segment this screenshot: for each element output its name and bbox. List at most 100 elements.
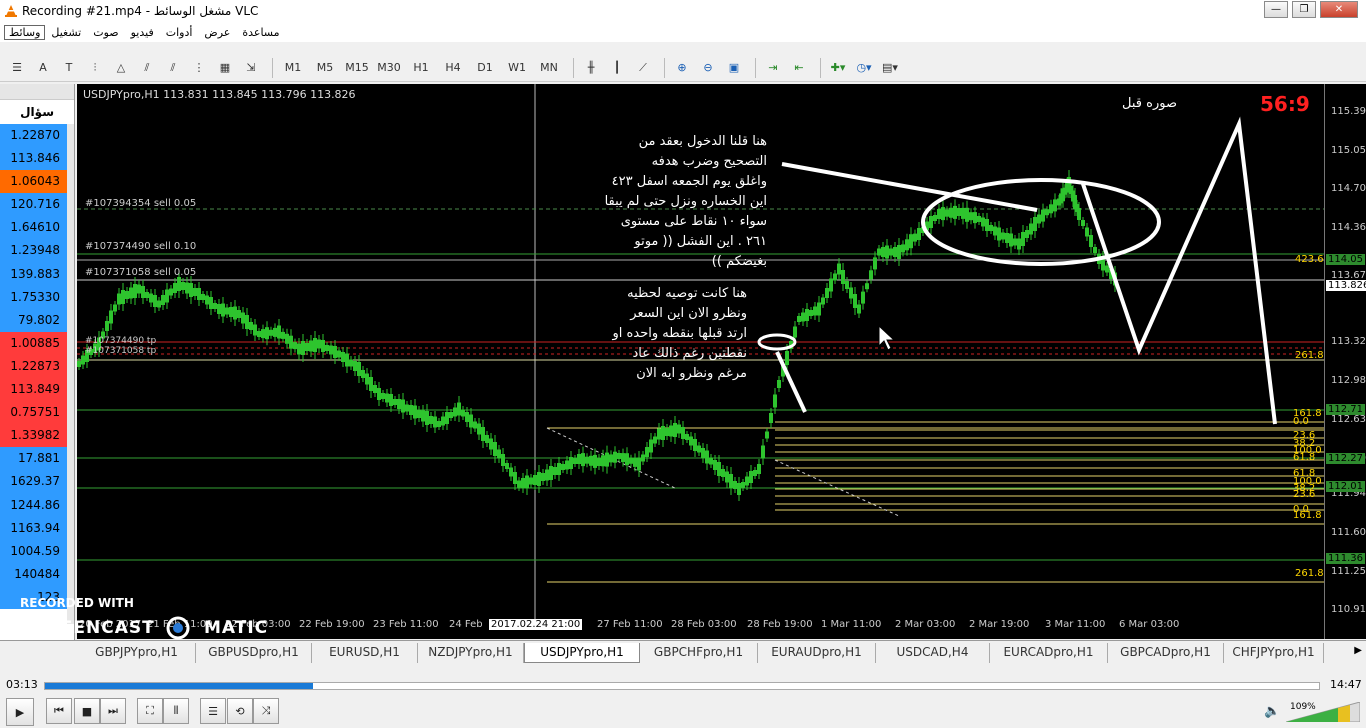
note-line: ونظرو الان اين السعر bbox=[630, 306, 747, 321]
autoscroll-icon[interactable]: ⇥ bbox=[762, 57, 784, 79]
chart-tab[interactable]: GBPCHFpro,H1 bbox=[640, 643, 758, 663]
bar-chart-icon[interactable]: ╫ bbox=[580, 57, 602, 79]
fib-time-icon[interactable]: ⋮ bbox=[188, 57, 210, 79]
extended-settings-button[interactable]: ⦀ bbox=[163, 698, 189, 724]
play-button[interactable]: ▶ bbox=[6, 698, 34, 726]
quote-row[interactable]: 0.75751 bbox=[0, 401, 68, 425]
previous-button[interactable]: ⏮ bbox=[46, 698, 72, 724]
quote-row[interactable]: 1.22870 bbox=[0, 124, 68, 148]
playlist-button[interactable]: ☰ bbox=[200, 698, 226, 724]
timeframe-w1[interactable]: W1 bbox=[503, 57, 531, 79]
chart-tab[interactable]: CHFJPYpro,H1 bbox=[1224, 643, 1324, 663]
chart-tab[interactable]: GBPUSDpro,H1 bbox=[196, 643, 312, 663]
candle-body bbox=[589, 455, 593, 466]
fibonacci-icon[interactable]: ⫶ bbox=[84, 57, 106, 79]
quote-row[interactable]: 1.06043 bbox=[0, 170, 68, 194]
candle-body bbox=[777, 380, 781, 388]
line-chart-icon[interactable]: ⟋ bbox=[632, 57, 654, 79]
triangle-icon[interactable]: △ bbox=[110, 57, 132, 79]
timeframe-h4[interactable]: H4 bbox=[439, 57, 467, 79]
timeframe-m15[interactable]: M15 bbox=[343, 57, 371, 79]
chart-tab[interactable]: USDCAD,H4 bbox=[876, 643, 990, 663]
quote-row[interactable]: 1.64610 bbox=[0, 216, 68, 240]
grid-icon[interactable]: ▦ bbox=[214, 57, 236, 79]
chart-tab[interactable]: NZDJPYpro,H1 bbox=[418, 643, 524, 663]
zoom-out-icon[interactable]: ⊖ bbox=[697, 57, 719, 79]
candle-body bbox=[541, 473, 545, 481]
quote-row[interactable]: 1629.37 bbox=[0, 470, 68, 494]
candle-body bbox=[813, 306, 817, 316]
chart-tab[interactable]: EURAUDpro,H1 bbox=[758, 643, 876, 663]
candle-body bbox=[989, 225, 993, 231]
quote-row[interactable]: 79.802 bbox=[0, 308, 68, 332]
minimize-button[interactable]: — bbox=[1264, 1, 1288, 18]
next-button[interactable]: ⏭ bbox=[100, 698, 126, 724]
tab-scroll-right-icon[interactable]: ▶ bbox=[1354, 645, 1362, 656]
timeframe-m5[interactable]: M5 bbox=[311, 57, 339, 79]
quote-row[interactable]: 17.881 bbox=[0, 447, 68, 471]
gann-fan-icon[interactable]: ⫽ bbox=[136, 57, 158, 79]
quote-row[interactable]: 1163.94 bbox=[0, 516, 68, 540]
order-label: #107371058 sell 0.05 bbox=[85, 267, 197, 278]
chart-tab[interactable]: GBPJPYpro,H1 bbox=[78, 643, 196, 663]
indicators-icon[interactable]: ✚▾ bbox=[827, 57, 849, 79]
candlestick-icon[interactable]: ┃ bbox=[606, 57, 628, 79]
chart-tab[interactable]: GBPCADpro,H1 bbox=[1108, 643, 1224, 663]
candle-body bbox=[729, 474, 733, 488]
menu-media[interactable]: وسائط bbox=[4, 24, 46, 40]
stop-button[interactable]: ■ bbox=[74, 698, 100, 724]
candle-body bbox=[677, 424, 681, 434]
seek-bar[interactable] bbox=[44, 682, 1320, 690]
periods-icon[interactable]: ◷▾ bbox=[853, 57, 875, 79]
quote-row[interactable]: 113.849 bbox=[0, 378, 68, 402]
candle-body bbox=[141, 286, 145, 298]
chart-tab[interactable]: EURCADpro,H1 bbox=[990, 643, 1108, 663]
quote-row[interactable]: 1004.59 bbox=[0, 539, 68, 563]
quote-row[interactable]: 1.33982 bbox=[0, 424, 68, 448]
panel-scrollbar[interactable] bbox=[67, 124, 74, 624]
menu-video[interactable]: فيديو bbox=[125, 26, 160, 39]
arrows-icon[interactable]: ⇲ bbox=[240, 57, 262, 79]
quote-row[interactable]: 140484 bbox=[0, 562, 68, 586]
maximize-button[interactable]: ❐ bbox=[1292, 1, 1316, 18]
quote-row[interactable]: 1.75330 bbox=[0, 285, 68, 309]
loop-button[interactable]: ⟲ bbox=[227, 698, 253, 724]
templates-icon[interactable]: ▤▾ bbox=[879, 57, 901, 79]
candle-body bbox=[501, 454, 505, 466]
quote-row[interactable]: 139.883 bbox=[0, 262, 68, 286]
chart-toolbar: ☰ A T ⫶ △ ⫽ ⫽ ⋮ ▦ ⇲ M1 M5 M15 M30 H1 H4 … bbox=[0, 54, 1366, 82]
text-label-icon[interactable]: T bbox=[58, 57, 80, 79]
timeframe-d1[interactable]: D1 bbox=[471, 57, 499, 79]
chart-shift-icon[interactable]: ⇤ bbox=[788, 57, 810, 79]
fullscreen-button[interactable]: ⛶ bbox=[137, 698, 163, 724]
menu-audio[interactable]: صوت bbox=[87, 26, 124, 39]
chart-tab[interactable]: USDJPYpro,H1 bbox=[524, 643, 640, 663]
speaker-icon[interactable]: 🔈 bbox=[1264, 704, 1280, 719]
quote-row[interactable]: 1244.86 bbox=[0, 493, 68, 517]
quote-row[interactable]: 1.22873 bbox=[0, 354, 68, 379]
timeframe-h1[interactable]: H1 bbox=[407, 57, 435, 79]
menu-view[interactable]: عرض bbox=[198, 26, 236, 39]
quote-row[interactable]: 120.716 bbox=[0, 193, 68, 217]
horizontal-lines-icon[interactable]: ☰ bbox=[6, 57, 28, 79]
timeframe-m30[interactable]: M30 bbox=[375, 57, 403, 79]
candle-body bbox=[845, 281, 849, 289]
chart-tab[interactable]: EURUSD,H1 bbox=[312, 643, 418, 663]
timeframe-mn[interactable]: MN bbox=[535, 57, 563, 79]
quote-row[interactable]: 113.846 bbox=[0, 147, 68, 171]
timeframe-m1[interactable]: M1 bbox=[279, 57, 307, 79]
candle-body bbox=[441, 416, 445, 426]
channel-icon[interactable]: ⫽ bbox=[162, 57, 184, 79]
tile-windows-icon[interactable]: ▣ bbox=[723, 57, 745, 79]
candle-body bbox=[493, 442, 497, 456]
quote-row[interactable]: 1.23948 bbox=[0, 239, 68, 263]
text-icon[interactable]: A bbox=[32, 57, 54, 79]
close-button[interactable]: ✕ bbox=[1320, 1, 1358, 18]
zoom-in-icon[interactable]: ⊕ bbox=[671, 57, 693, 79]
shuffle-button[interactable]: ⤨ bbox=[253, 698, 279, 724]
menu-tools[interactable]: أدوات bbox=[160, 26, 199, 39]
price-chart[interactable]: USDJPYpro,H1 113.831 113.845 113.796 113… bbox=[77, 84, 1366, 639]
menu-help[interactable]: مساعدة bbox=[236, 26, 285, 39]
quote-row[interactable]: 1.00885 bbox=[0, 331, 68, 355]
menu-playback[interactable]: تشغيل bbox=[45, 26, 87, 39]
